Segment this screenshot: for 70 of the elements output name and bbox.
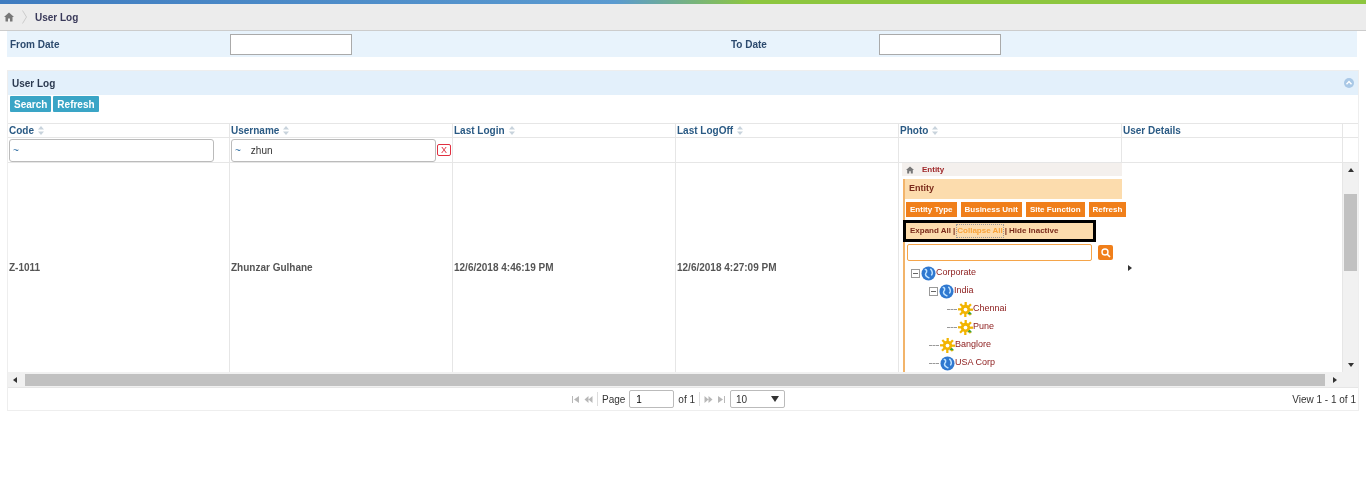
page-title: User Log (35, 10, 79, 25)
prev-page-icon[interactable] (584, 395, 593, 403)
filter-value: zhun (250, 143, 273, 158)
page-count: of 1 (678, 392, 696, 407)
column-header[interactable]: Code (8, 124, 230, 137)
column-header[interactable]: Photo (899, 124, 1122, 137)
globe-icon (940, 355, 955, 371)
table-cell-text: 12/6/2018 4:46:19 PM (454, 261, 554, 275)
table-cell-text: Zhunzar Gulhane (231, 261, 313, 275)
column-header[interactable]: Last LogOff (676, 124, 899, 137)
link-separator: | (953, 225, 956, 237)
sort-icon (737, 126, 744, 135)
page-size-select[interactable]: 10 (730, 390, 786, 408)
last-page-icon[interactable] (717, 395, 727, 403)
column-filter-field[interactable]: ~ (9, 138, 214, 162)
tree-node-label[interactable]: India (954, 284, 974, 298)
collapse-icon[interactable] (1344, 78, 1354, 88)
column-header[interactable]: User Details (1122, 124, 1343, 137)
scroll-left-icon[interactable] (11, 375, 19, 384)
dropdown-caret-icon (771, 396, 780, 402)
date-field[interactable] (879, 33, 1001, 55)
tree-action-link[interactable]: Hide Inactive (1009, 225, 1059, 237)
page-label: Page (602, 392, 626, 407)
tree-node-label[interactable]: Pune (973, 320, 995, 334)
table-cell-text: 12/6/2018 4:27:09 PM (677, 261, 777, 275)
panel-header: Entity (905, 179, 1122, 199)
filter-label: To Date (730, 37, 768, 52)
breadcrumb-chevron-icon (22, 10, 27, 24)
next-page-icon[interactable] (704, 395, 714, 403)
scroll-down-icon[interactable] (1346, 361, 1355, 369)
sort-icon (38, 126, 44, 135)
date-field[interactable] (230, 33, 352, 55)
vertical-scrollbar[interactable] (1343, 163, 1358, 372)
sort-icon (508, 126, 515, 135)
home-icon[interactable] (906, 165, 914, 174)
column-header[interactable]: Last Login (453, 124, 676, 137)
gear-icon (958, 319, 973, 335)
horizontal-scrollbar[interactable] (8, 372, 1358, 387)
tree-toggle-icon[interactable] (929, 286, 938, 296)
gear-icon (958, 301, 973, 317)
tree-toggle-icon[interactable] (911, 268, 920, 278)
sort-icon (932, 126, 939, 135)
tree-node-label[interactable]: Chennai (973, 302, 1007, 316)
globe-icon (939, 283, 954, 299)
sort-icon (283, 126, 290, 135)
filter-operator: ~ (235, 143, 241, 158)
search-button[interactable] (1098, 245, 1113, 260)
column-header[interactable]: Username (230, 124, 453, 137)
table-cell-text: Z-1011 (9, 261, 41, 275)
tree-action-link[interactable]: Expand All (910, 225, 952, 237)
scroll-right-icon[interactable] (1331, 375, 1339, 384)
tree-node-label[interactable]: Corporate (936, 266, 977, 280)
globe-icon (921, 265, 936, 281)
filter-operator: ~ (13, 143, 19, 158)
scroll-up-icon[interactable] (1346, 166, 1355, 174)
tree-node-label[interactable]: Banglore (955, 338, 992, 352)
page-field[interactable]: 1 (629, 390, 675, 408)
breadcrumb-label[interactable]: Entity (922, 163, 945, 176)
link-separator: | (1004, 225, 1008, 237)
column-filter-field[interactable]: ~ zhun (231, 138, 436, 162)
clear-filter-button[interactable]: X (437, 144, 451, 156)
first-page-icon[interactable] (571, 395, 580, 403)
expand-details-icon[interactable] (1126, 263, 1134, 272)
record-summary: View 1 - 1 of 1 (1292, 392, 1357, 407)
tree-node-label[interactable]: USA Corp (955, 356, 996, 370)
filter-label: From Date (9, 37, 61, 52)
gear-icon (940, 337, 955, 353)
home-icon[interactable] (4, 12, 14, 22)
panel-title: User Log (12, 76, 56, 91)
tree-search-field[interactable] (907, 244, 1092, 261)
